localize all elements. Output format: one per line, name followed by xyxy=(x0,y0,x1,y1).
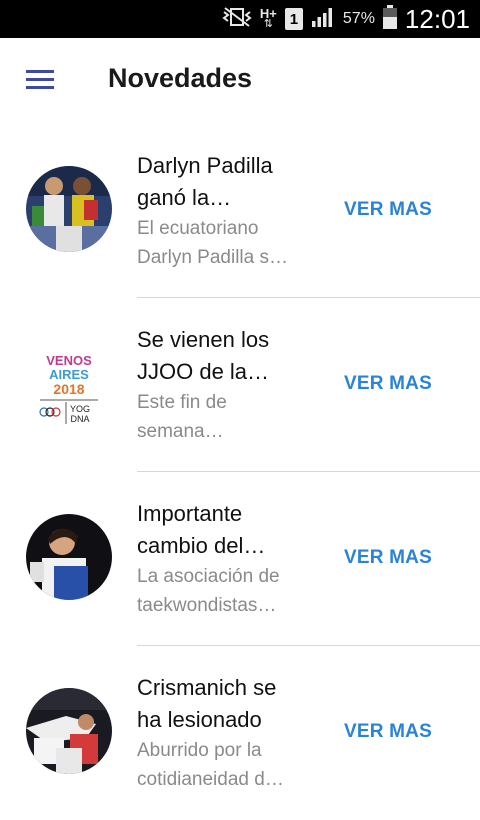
ver-mas-button[interactable]: VER MAS xyxy=(344,373,432,395)
news-description: Aburrido por la cotidianeidad d… xyxy=(137,740,284,790)
svg-text:YOG: YOG xyxy=(70,404,90,414)
ver-mas-button[interactable]: VER MAS xyxy=(344,547,432,569)
news-item[interactable]: Darlyn Padilla ganó la… El ecuatoriano D… xyxy=(0,124,480,298)
hamburger-menu-icon[interactable] xyxy=(22,66,62,96)
app-bar: Novedades xyxy=(0,38,480,124)
news-description: El ecuatoriano Darlyn Padilla s… xyxy=(137,218,288,268)
page-title: Novedades xyxy=(108,63,253,93)
vibrate-off-icon xyxy=(222,6,252,33)
news-description: Este fin de semana… xyxy=(137,392,227,442)
svg-text:DNA: DNA xyxy=(70,414,89,424)
taekwondo-kick-photo xyxy=(26,688,112,774)
svg-text:2018: 2018 xyxy=(53,381,84,397)
taekwondo-athlete-photo xyxy=(26,514,112,600)
news-title: Darlyn Padilla ganó la… xyxy=(137,153,273,210)
news-title: Importante cambio del… xyxy=(137,501,266,558)
status-bar: H+ ⇅ 1 57% 12:01 xyxy=(0,0,480,38)
podium-photo xyxy=(26,166,112,252)
news-title: Crismanich se ha lesionado xyxy=(137,675,277,732)
news-title: Se vienen los JJOO de la… xyxy=(137,327,270,384)
signal-icon xyxy=(311,6,335,33)
svg-text:AIRES: AIRES xyxy=(49,367,89,382)
news-description: La asociación de taekwondistas… xyxy=(137,566,280,616)
news-item[interactable]: Crismanich se ha lesionado Aburrido por … xyxy=(0,646,480,820)
ver-mas-button[interactable]: VER MAS xyxy=(344,199,432,221)
status-icons: H+ ⇅ 1 57% 12:01 xyxy=(222,0,470,38)
ver-mas-button[interactable]: VER MAS xyxy=(344,721,432,743)
battery-icon xyxy=(382,4,397,34)
news-item[interactable]: VENOS AIRES 2018 YOG DNA Se vienen los J… xyxy=(0,298,480,472)
clock: 12:01 xyxy=(404,3,470,34)
news-item[interactable]: Importante cambio del… La asociación de … xyxy=(0,472,480,646)
buenos-aires-2018-logo: VENOS AIRES 2018 YOG DNA xyxy=(26,340,112,426)
news-list: Darlyn Padilla ganó la… El ecuatoriano D… xyxy=(0,124,480,820)
battery-percent: 57% xyxy=(342,10,375,27)
logo-text: VENOS xyxy=(46,353,92,368)
sim-icon: 1 xyxy=(284,8,303,30)
network-type-icon: H+ ⇅ xyxy=(259,6,277,30)
